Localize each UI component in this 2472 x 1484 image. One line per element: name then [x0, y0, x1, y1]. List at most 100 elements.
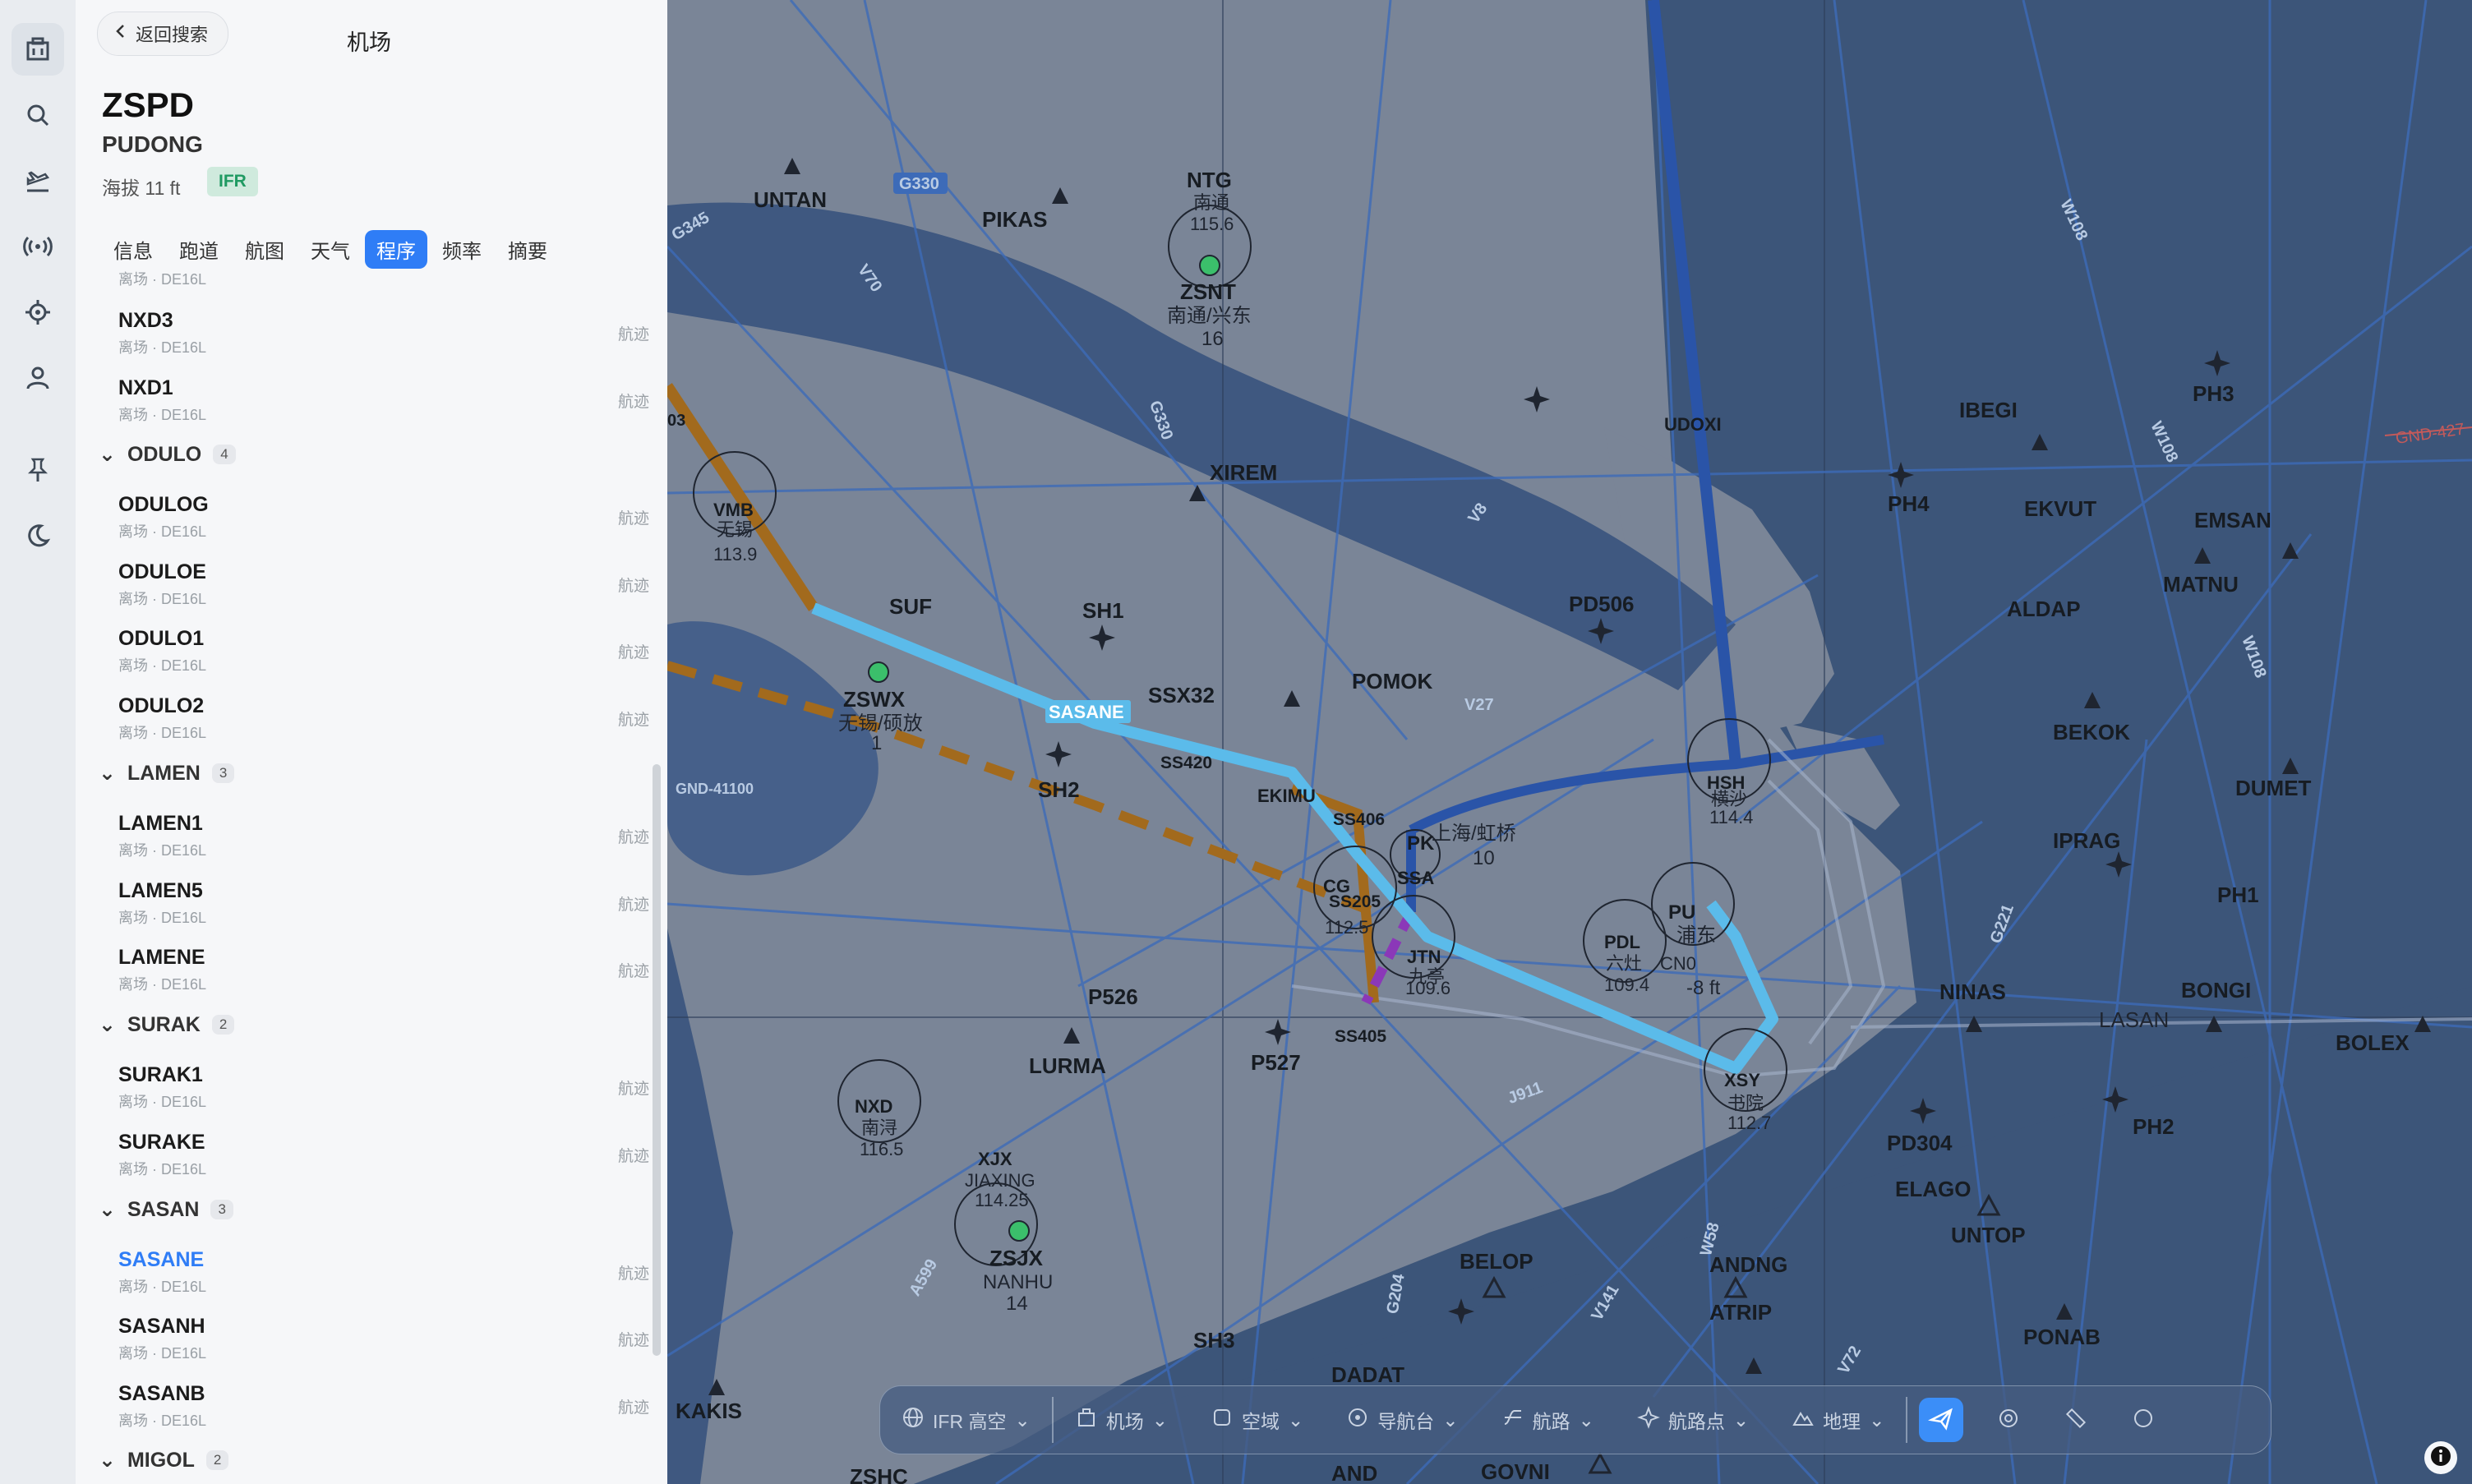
group-header-odulo[interactable]: ⌄ ODULO 4: [99, 442, 236, 467]
panel-tabs: 信息 跑道 航图 天气 程序 频率 摘要: [102, 230, 559, 269]
info-button[interactable]: [2424, 1441, 2457, 1474]
ifr-high-dropdown[interactable]: IFR 高空 ⌄: [880, 1406, 1052, 1434]
track-link[interactable]: 航迹: [618, 506, 649, 528]
fix-label: POMOK: [1352, 669, 1432, 694]
fix-label: MATNU: [2163, 572, 2239, 597]
tab-info[interactable]: 信息: [102, 230, 164, 269]
list-item[interactable]: NXD3 离场 · DE16L 航迹: [118, 309, 649, 357]
location-button[interactable]: [1986, 1398, 2031, 1442]
list-item[interactable]: ODULO2 离场 · DE16L 航迹: [118, 694, 649, 743]
airways-layer-dropdown[interactable]: 航路 ⌄: [1480, 1406, 1616, 1434]
group-header-lamen[interactable]: ⌄ LAMEN 3: [99, 761, 235, 786]
fix-label: PD304: [1887, 1131, 1953, 1155]
track-link[interactable]: 航迹: [618, 1395, 649, 1417]
airport-name: PUDONG: [102, 131, 203, 157]
group-name: SURAK: [127, 1012, 201, 1036]
fix-label: IPRAG: [2053, 828, 2120, 853]
item-sub: 离场 · DE16L: [118, 1161, 207, 1178]
track-link[interactable]: 航迹: [618, 1076, 649, 1099]
group-header-surak[interactable]: ⌄ SURAK 2: [99, 1012, 235, 1037]
track-link[interactable]: 航迹: [618, 322, 649, 344]
navaid-freq: 114.25: [975, 1190, 1029, 1210]
item-name: SURAK1: [118, 1063, 203, 1086]
fix-label: UDOXI: [1664, 414, 1722, 435]
list-item[interactable]: SURAK1 离场 · DE16L 航迹: [118, 1063, 649, 1112]
track-link[interactable]: 航迹: [618, 892, 649, 915]
track-link[interactable]: 航迹: [618, 707, 649, 730]
fix-label: PIKAS: [982, 207, 1047, 232]
more-button[interactable]: [2121, 1398, 2165, 1442]
list-item-selected[interactable]: SASANE 离场 · DE16L 航迹: [118, 1248, 649, 1297]
item-sub: 离场 · DE16L: [118, 842, 207, 859]
item-sub: 离场 · DE16L: [118, 1094, 207, 1110]
track-link[interactable]: 航迹: [618, 959, 649, 981]
target-icon[interactable]: [12, 286, 64, 339]
tab-runways[interactable]: 跑道: [168, 230, 230, 269]
fix-label: ELAGO: [1895, 1177, 1971, 1201]
track-link[interactable]: 航迹: [618, 640, 649, 662]
map-view[interactable]: G330 V70 G345 G330 V8 V27 W108 W108 W108…: [667, 0, 2472, 1484]
track-link[interactable]: 航迹: [618, 1144, 649, 1166]
list-item[interactable]: LAMENE 离场 · DE16L 航迹: [118, 946, 649, 994]
list-item[interactable]: ODULOE 离场 · DE16L 航迹: [118, 560, 649, 609]
navaid-id: CG: [1323, 876, 1350, 896]
moon-icon[interactable]: [12, 509, 64, 562]
fix-label: PH3: [2193, 381, 2234, 406]
location-icon: [1996, 1406, 2021, 1435]
list-item[interactable]: SURAKE 离场 · DE16L 航迹: [118, 1131, 649, 1179]
airport-name: 南通/兴东: [1167, 305, 1252, 327]
circle-icon: [2131, 1406, 2156, 1435]
tab-summary[interactable]: 摘要: [496, 230, 559, 269]
item-sub: 离场 · DE16L: [118, 591, 207, 607]
list-item[interactable]: SASANB 离场 · DE16L 航迹: [118, 1382, 649, 1431]
fix-label: SS420: [1160, 754, 1212, 772]
chevron-down-icon: ⌄: [1151, 1408, 1169, 1431]
chevron-down-icon: ⌄: [99, 1013, 116, 1036]
track-link[interactable]: 航迹: [618, 389, 649, 412]
airspace-icon: [1211, 1406, 1234, 1434]
track-link[interactable]: 航迹: [618, 1328, 649, 1350]
list-item[interactable]: NXD1 离场 · DE16L 航迹: [118, 376, 649, 425]
fix-label: DADAT: [1331, 1362, 1404, 1387]
track-link[interactable]: 航迹: [618, 574, 649, 596]
tab-procedures[interactable]: 程序: [365, 230, 427, 269]
plane-mode-button[interactable]: [1919, 1398, 1964, 1442]
list-item[interactable]: LAMEN1 离场 · DE16L 航迹: [118, 812, 649, 860]
airspace-layer-dropdown[interactable]: 空域 ⌄: [1189, 1406, 1325, 1434]
list-item[interactable]: SASANH 离场 · DE16L 航迹: [118, 1315, 649, 1363]
search-icon[interactable]: [12, 89, 64, 141]
departure-icon[interactable]: [12, 154, 64, 207]
pin-icon[interactable]: [12, 444, 64, 496]
fix-label: ANDNG: [1709, 1252, 1787, 1277]
list-item[interactable]: ODULOG 离场 · DE16L 航迹: [118, 493, 649, 542]
list-item[interactable]: ODULO1 离场 · DE16L 航迹: [118, 627, 649, 675]
back-to-search-button[interactable]: 返回搜索: [97, 12, 229, 56]
item-name: LAMEN1: [118, 812, 203, 835]
chevron-left-icon: [114, 23, 127, 44]
item-name: NXD3: [118, 309, 173, 332]
track-link[interactable]: 航迹: [618, 825, 649, 847]
navaid-name: 南浔: [861, 1118, 897, 1138]
list-scrollbar[interactable]: [653, 764, 661, 1356]
tab-frequencies[interactable]: 频率: [431, 230, 493, 269]
airports-layer-dropdown[interactable]: 机场 ⌄: [1054, 1406, 1189, 1434]
radio-icon[interactable]: [12, 220, 64, 273]
geography-layer-dropdown[interactable]: 地理 ⌄: [1770, 1406, 1906, 1434]
group-header-migol[interactable]: ⌄ MIGOL 2: [99, 1448, 229, 1472]
track-link[interactable]: 航迹: [618, 1261, 649, 1284]
user-icon[interactable]: [12, 352, 64, 404]
item-name: LAMEN5: [118, 879, 203, 902]
tab-weather[interactable]: 天气: [299, 230, 362, 269]
fix-label: BELOP: [1460, 1249, 1533, 1274]
waypoints-layer-dropdown[interactable]: 航路点 ⌄: [1616, 1406, 1770, 1434]
list-item[interactable]: LAMEN5 离场 · DE16L 航迹: [118, 879, 649, 928]
navaids-layer-dropdown[interactable]: 导航台 ⌄: [1325, 1406, 1479, 1434]
group-header-sasan[interactable]: ⌄ SASAN 3: [99, 1197, 233, 1222]
item-name: ODULOE: [118, 560, 206, 583]
item-sub: 离场 · DE16L: [118, 657, 207, 674]
toolbar-label: 导航台: [1377, 1411, 1435, 1432]
airport-icon[interactable]: [12, 23, 64, 76]
fix-label: BONGI: [2181, 978, 2251, 1002]
tab-charts[interactable]: 航图: [233, 230, 296, 269]
ruler-button[interactable]: [2054, 1398, 2098, 1442]
